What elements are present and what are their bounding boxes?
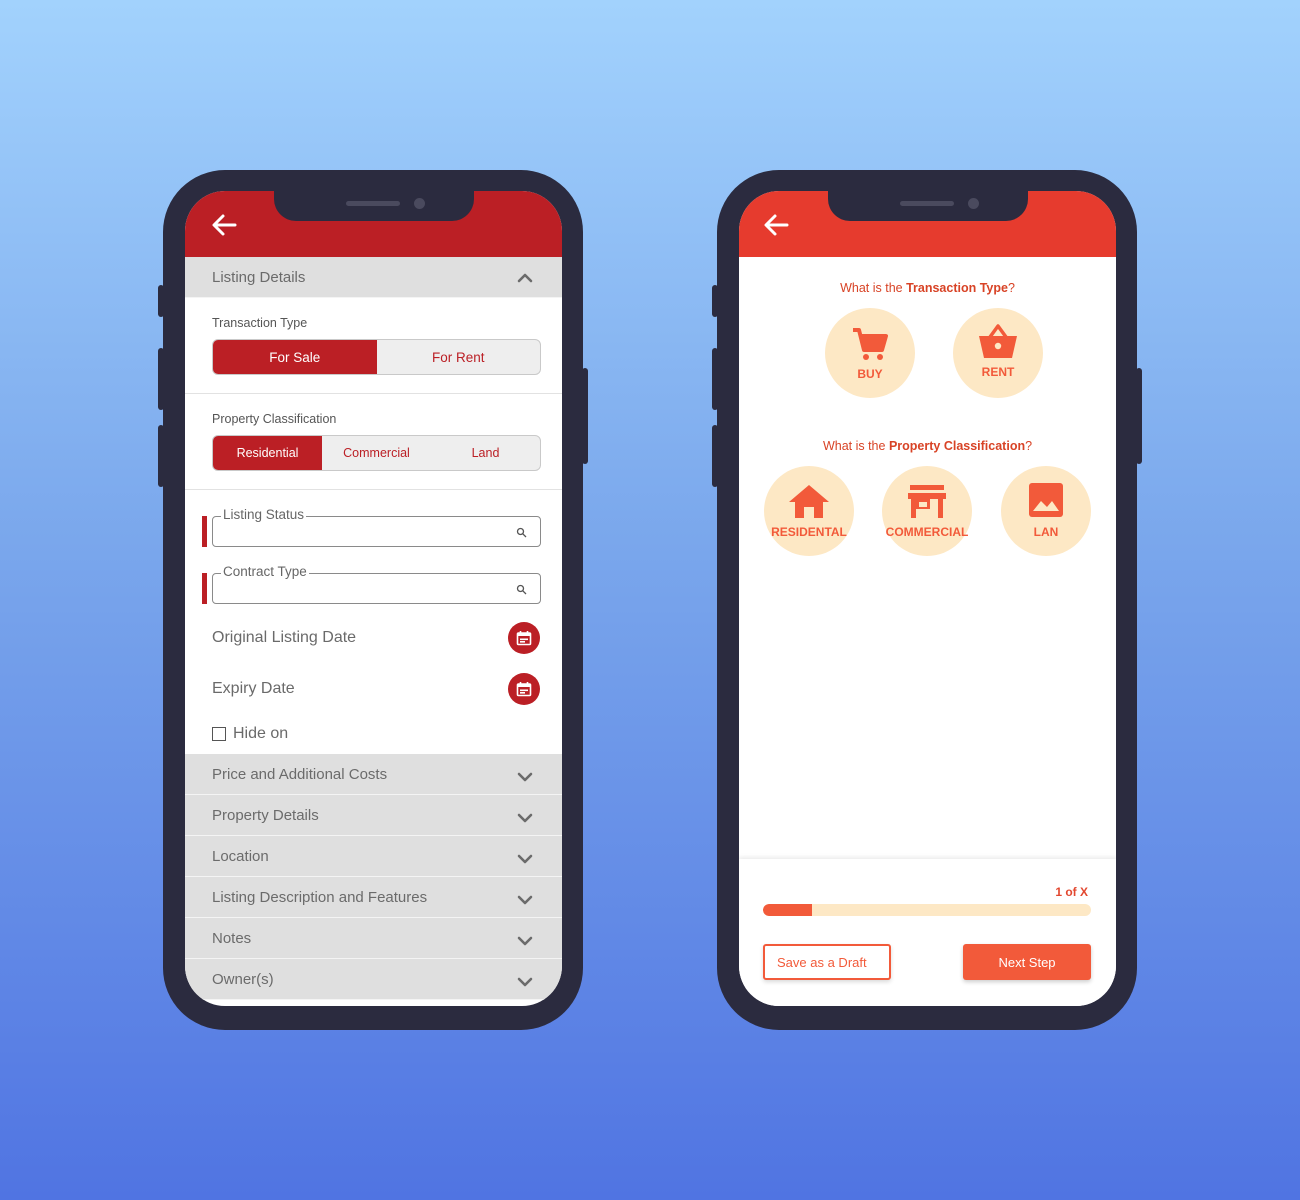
hide-on-row: Hide on: [185, 714, 562, 754]
hide-on-checkbox[interactable]: [212, 727, 226, 741]
question-prefix: What is the: [822, 439, 889, 453]
back-arrow-icon[interactable]: [211, 213, 237, 237]
expiry-date-label: Expiry Date: [212, 679, 295, 697]
chevron-down-icon: [517, 854, 533, 864]
expiry-date-row: Expiry Date: [185, 663, 562, 714]
chevron-down-icon: [517, 977, 533, 987]
hide-on-label: Hide on: [233, 725, 289, 742]
contract-type-input[interactable]: Contract Type: [212, 564, 541, 604]
residential-label: RESIDENTAL: [771, 525, 847, 539]
accordion-title: Price and Additional Costs: [212, 765, 388, 783]
basket-icon: [979, 324, 1017, 358]
accordion-title: Listing Description and Features: [212, 888, 428, 906]
search-icon: [516, 527, 527, 538]
rent-option[interactable]: RENT: [953, 308, 1043, 398]
phone-left: Listing Details Transaction Type For Sal…: [158, 170, 588, 1030]
option-for-rent[interactable]: For Rent: [377, 340, 541, 374]
transaction-type-section: Transaction Type For Sale For Rent: [185, 298, 562, 394]
image-icon: [1029, 483, 1063, 517]
option-residential[interactable]: Residential: [213, 436, 322, 470]
chevron-down-icon: [517, 772, 533, 782]
chevron-down-icon: [517, 936, 533, 946]
accordion-section[interactable]: Owner(s): [185, 959, 562, 1000]
mute-switch: [712, 285, 718, 317]
mute-switch: [158, 285, 164, 317]
progress-fill: [763, 904, 813, 916]
save-draft-button[interactable]: Save as a Draft: [763, 944, 891, 980]
land-label: LAN: [1033, 525, 1059, 539]
contract-type-row: Contract Type: [185, 564, 562, 612]
option-land[interactable]: Land: [431, 436, 540, 470]
step-counter: 1 of X: [1055, 885, 1088, 899]
required-indicator: [202, 573, 207, 604]
accordion-listing-details[interactable]: Listing Details: [185, 257, 562, 298]
accordion-section[interactable]: Price and Additional Costs: [185, 754, 562, 795]
collapsed-sections: Price and Additional Costs Property Detai…: [185, 754, 562, 1000]
expiry-date-picker[interactable]: [508, 673, 540, 705]
volume-down-button: [712, 425, 718, 487]
accordion-section[interactable]: Notes: [185, 918, 562, 959]
volume-up-button: [158, 348, 164, 410]
accordion-title: Location: [212, 847, 269, 865]
question-keyword: Transaction Type: [906, 281, 1008, 295]
back-arrow-icon[interactable]: [763, 213, 789, 237]
question-keyword: Property Classification: [888, 439, 1026, 453]
progress-bar: [763, 904, 1091, 916]
residential-option[interactable]: RESIDENTAL: [764, 466, 854, 556]
left-screen: Listing Details Transaction Type For Sal…: [185, 191, 562, 1006]
chevron-down-icon: [517, 895, 533, 905]
property-classification-question: What is the Property Classification?: [739, 439, 1116, 453]
option-commercial[interactable]: Commercial: [322, 436, 431, 470]
listing-status-input[interactable]: Listing Status: [212, 507, 541, 547]
volume-up-button: [712, 348, 718, 410]
accordion-title: Listing Details: [212, 268, 306, 286]
power-button: [582, 368, 588, 464]
property-classification-label: Property Classification: [212, 412, 337, 426]
store-icon: [908, 485, 946, 518]
accordion-section[interactable]: Listing Description and Features: [185, 877, 562, 918]
buy-option[interactable]: BUY: [825, 308, 915, 398]
question-suffix: ?: [1007, 281, 1015, 295]
search-icon: [516, 584, 527, 595]
wizard-footer: 1 of X Save as a Draft Next Step: [739, 859, 1116, 1006]
power-button: [1136, 368, 1142, 464]
buy-label: BUY: [857, 367, 883, 381]
land-option[interactable]: LAN: [1001, 466, 1091, 556]
question-suffix: ?: [1025, 439, 1033, 453]
next-step-button[interactable]: Next Step: [963, 944, 1091, 980]
chevron-up-icon: [517, 273, 533, 283]
notch: [828, 191, 1028, 221]
required-indicator: [202, 516, 207, 547]
contract-type-label: Contract Type: [221, 564, 309, 579]
property-classification-section: Property Classification Residential Comm…: [185, 394, 562, 490]
right-screen: What is the Transaction Type? BUY RENT W…: [739, 191, 1116, 1006]
accordion-section[interactable]: Location: [185, 836, 562, 877]
original-listing-date-label: Original Listing Date: [212, 628, 357, 646]
accordion-title: Property Details: [212, 806, 319, 824]
property-classification-toggle: Residential Commercial Land: [212, 435, 541, 471]
calendar-icon: [516, 682, 532, 697]
original-listing-date-row: Original Listing Date: [185, 612, 562, 663]
commercial-label: COMMERCIAL: [885, 525, 969, 539]
chevron-down-icon: [517, 813, 533, 823]
accordion-section[interactable]: Property Details: [185, 795, 562, 836]
transaction-type-question: What is the Transaction Type?: [739, 281, 1116, 295]
option-for-sale[interactable]: For Sale: [213, 340, 377, 374]
cart-icon: [853, 328, 888, 360]
notch: [274, 191, 474, 221]
volume-down-button: [158, 425, 164, 487]
commercial-option[interactable]: COMMERCIAL: [882, 466, 972, 556]
transaction-type-label: Transaction Type: [212, 316, 308, 330]
question-prefix: What is the: [840, 281, 907, 295]
rent-label: RENT: [981, 365, 1015, 379]
accordion-title: Notes: [212, 929, 252, 947]
calendar-icon: [516, 631, 532, 646]
original-listing-date-picker[interactable]: [508, 622, 540, 654]
transaction-type-toggle: For Sale For Rent: [212, 339, 541, 375]
listing-status-label: Listing Status: [221, 507, 307, 522]
phone-right: What is the Transaction Type? BUY RENT W…: [712, 170, 1142, 1030]
accordion-title: Owner(s): [212, 970, 274, 988]
house-icon: [789, 485, 829, 518]
